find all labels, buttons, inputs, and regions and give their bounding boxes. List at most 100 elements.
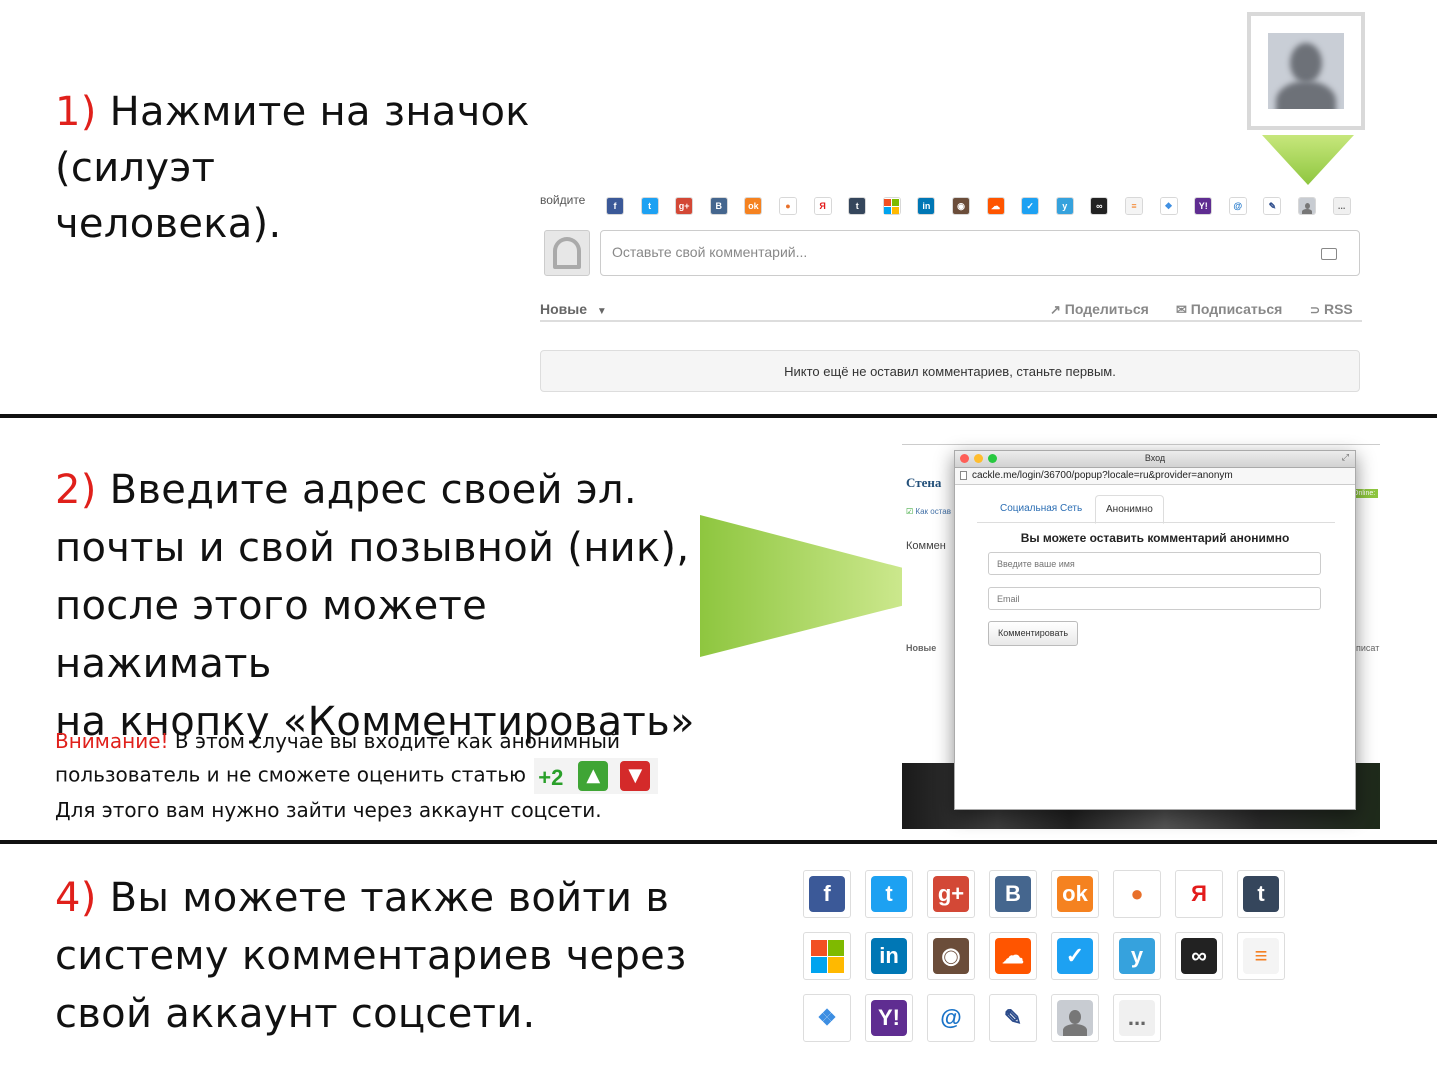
bg-check-label: Как остав: [915, 507, 951, 516]
yahoo-icon[interactable]: Y!: [1194, 197, 1213, 215]
tab-social[interactable]: Социальная Сеть: [991, 497, 1091, 521]
tumblr-icon[interactable]: t: [848, 197, 867, 215]
warning-word: Внимание!: [55, 729, 169, 753]
soundcloud-icon[interactable]: ☁: [986, 197, 1005, 215]
chevron-down-icon: ▼: [596, 306, 607, 317]
avatar: [544, 230, 590, 276]
thumbs-down-icon[interactable]: ▼: [620, 761, 651, 791]
anonymous-user-icon[interactable]: [1298, 197, 1316, 215]
rss-link[interactable]: ⊃ RSS: [1310, 301, 1353, 317]
step2-line1: Введите адрес своей эл.: [109, 467, 637, 513]
more-icon[interactable]: ...: [1332, 197, 1351, 215]
step1-line2: человека).: [55, 201, 282, 247]
rss-label: RSS: [1323, 301, 1353, 317]
rating-value: +2: [538, 765, 564, 790]
rating-widget: +2 ▲ ▼: [534, 758, 659, 794]
tab-social-label: Социальная Сеть: [1000, 503, 1083, 514]
tumblr-icon[interactable]: t: [1237, 870, 1285, 918]
twitter-icon[interactable]: t: [640, 197, 659, 215]
subscribe-link[interactable]: ✉ Подписаться: [1176, 301, 1282, 318]
toolbar-divider: [540, 320, 1362, 322]
vkontakte-icon[interactable]: B: [989, 870, 1037, 918]
foursquare-icon[interactable]: ✓: [1051, 932, 1099, 980]
sort-dropdown[interactable]: Новые ▼: [540, 301, 607, 317]
submit-comment-label: Комментировать: [998, 628, 1069, 638]
step1-number: 1): [55, 89, 97, 135]
yammer-icon[interactable]: y: [1113, 932, 1161, 980]
foursquare-icon[interactable]: ✓: [1021, 197, 1040, 215]
rss-icon: ⊃: [1310, 303, 1321, 317]
subscribe-label: Подписаться: [1190, 301, 1283, 317]
submit-comment-button[interactable]: Комментировать: [988, 621, 1079, 646]
facebook-icon[interactable]: f: [606, 197, 624, 215]
instagram-icon[interactable]: ◉: [927, 932, 975, 980]
step1-line1: Нажмите на значок (силуэт: [55, 89, 530, 191]
dropbox-icon[interactable]: ❖: [1159, 197, 1178, 215]
dropbox-icon[interactable]: ❖: [803, 994, 851, 1042]
warning-note: Внимание! В этом случае вы входите как а…: [55, 725, 705, 827]
step4-line2: систему комментариев через: [55, 933, 687, 979]
thumbs-up-icon[interactable]: ▲: [578, 761, 609, 791]
microsoft-icon[interactable]: [803, 932, 851, 980]
more-icon[interactable]: ...: [1113, 994, 1161, 1042]
share-link[interactable]: ↗ Поделиться: [1050, 301, 1149, 318]
window-titlebar: Вход ⤢: [955, 451, 1355, 468]
image-upload-icon[interactable]: [1321, 248, 1337, 260]
google-plus-icon[interactable]: g+: [927, 870, 975, 918]
bg-comments: Коммен: [906, 540, 946, 552]
step4-text: 4) Вы можете также войти в систему комме…: [55, 869, 755, 1043]
microsoft-icon[interactable]: [882, 197, 901, 215]
mail-at-icon[interactable]: @: [1228, 197, 1247, 215]
fullscreen-icon[interactable]: ⤢: [1342, 452, 1349, 463]
bg-title: Стена: [906, 475, 942, 490]
comment-input[interactable]: Оставьте свой комментарий...: [600, 230, 1360, 276]
anonymous-user-icon[interactable]: [1051, 994, 1099, 1042]
twitter-icon[interactable]: t: [865, 870, 913, 918]
facebook-icon[interactable]: f: [803, 870, 851, 918]
tab-anonymous[interactable]: Анонимно: [1095, 495, 1164, 524]
mailru-agent-icon[interactable]: ●: [1113, 870, 1161, 918]
livejournal-icon[interactable]: ∞: [1090, 197, 1109, 215]
linkedin-icon[interactable]: in: [865, 932, 913, 980]
address-bar: cackle.me/login/36700/popup?locale=ru&pr…: [955, 468, 1355, 485]
yandex-icon[interactable]: Я: [1175, 870, 1223, 918]
step2-line2: почты и свой позывной (ник),: [55, 525, 690, 571]
popup-heading: Вы можете оставить комментарий анонимно: [1020, 531, 1290, 545]
window-title: Вход: [1144, 453, 1166, 463]
yandex-icon[interactable]: Я: [813, 197, 832, 215]
odnoklassniki-icon[interactable]: ok: [744, 197, 763, 215]
yammer-icon[interactable]: y: [1055, 197, 1074, 215]
vkontakte-icon[interactable]: B: [709, 197, 728, 215]
url-text: cackle.me/login/36700/popup?locale=ru&pr…: [972, 470, 1233, 481]
arrow-down-icon: [1262, 135, 1354, 185]
envelope-icon: ✉: [1176, 302, 1187, 317]
odnoklassniki-icon[interactable]: ok: [1051, 870, 1099, 918]
instagram-icon[interactable]: ◉: [952, 197, 970, 215]
linkedin-icon[interactable]: in: [917, 197, 936, 215]
sort-label: Новые: [540, 301, 588, 317]
email-input[interactable]: [988, 587, 1321, 610]
step4-line3: свой аккаунт соцсети.: [55, 991, 536, 1037]
bg-subscribe: писат: [1356, 643, 1380, 653]
livejournal-icon[interactable]: ∞: [1175, 932, 1223, 980]
name-input[interactable]: [988, 552, 1321, 575]
tab-divider: [977, 522, 1335, 523]
pencil-icon[interactable]: ✎: [1263, 197, 1282, 215]
share-icon: ↗: [1050, 302, 1061, 317]
soundcloud-icon[interactable]: ☁: [989, 932, 1037, 980]
page-icon: [960, 471, 967, 480]
google-plus-icon[interactable]: g+: [675, 197, 694, 215]
comment-placeholder: Оставьте свой комментарий...: [612, 244, 808, 260]
comment-widget: войдите f t g+ Bok ● Яt in ◉ ☁ ✓ y ∞ ≡ ❖ Y! @ ✎... Остав…: [538, 188, 1364, 398]
step4-number: 4): [55, 875, 97, 921]
mailru-agent-icon[interactable]: ●: [779, 197, 797, 215]
warning-line3: Для этого вам нужно зайти через аккаунт …: [55, 798, 602, 822]
mail-at-icon[interactable]: @: [927, 994, 975, 1042]
step2-number: 2): [55, 467, 97, 513]
step4-line1: Вы можете также войти в: [109, 875, 670, 921]
stackoverflow-icon[interactable]: ≡: [1237, 932, 1285, 980]
yahoo-icon[interactable]: Y!: [865, 994, 913, 1042]
empty-message: Никто ещё не оставил комментариев, стань…: [784, 364, 1116, 379]
stackoverflow-icon[interactable]: ≡: [1125, 197, 1143, 215]
pencil-icon[interactable]: ✎: [989, 994, 1037, 1042]
